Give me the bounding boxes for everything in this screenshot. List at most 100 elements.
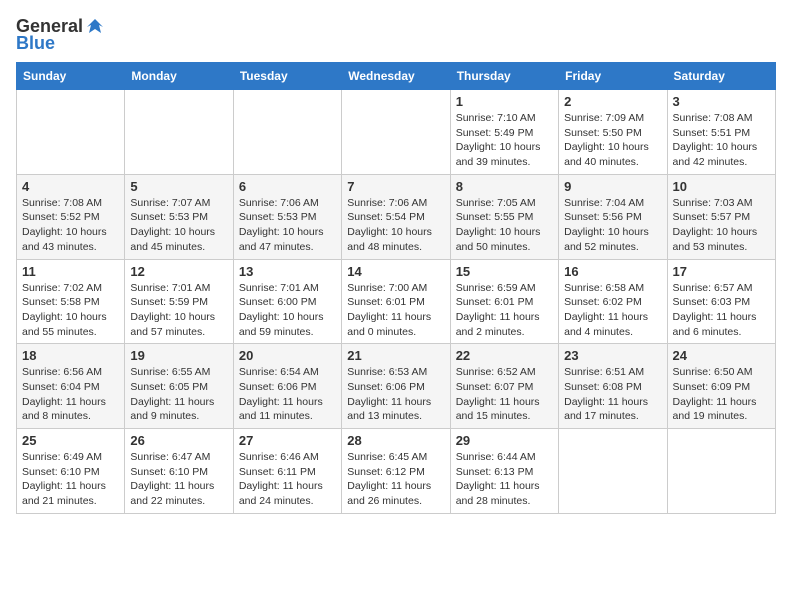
day-number: 11 <box>22 264 119 279</box>
header: General Blue <box>16 16 776 54</box>
day-number: 25 <box>22 433 119 448</box>
day-info: Sunrise: 6:45 AMSunset: 6:12 PMDaylight:… <box>347 450 444 509</box>
day-number: 27 <box>239 433 336 448</box>
calendar-cell: 20 Sunrise: 6:54 AMSunset: 6:06 PMDayligh… <box>233 344 341 429</box>
calendar-header-row: SundayMondayTuesdayWednesdayThursdayFrid… <box>17 63 776 90</box>
calendar-cell: 7 Sunrise: 7:06 AMSunset: 5:54 PMDaylight… <box>342 174 450 259</box>
calendar-cell: 15Sunrise: 6:59 AMSunset: 6:01 PMDayligh… <box>450 259 558 344</box>
calendar-cell: 27 Sunrise: 6:46 AMSunset: 6:11 PMDayligh… <box>233 429 341 514</box>
day-info: Sunrise: 7:06 AMSunset: 5:54 PMDaylight:… <box>347 196 444 255</box>
day-number: 9 <box>564 179 661 194</box>
day-info: Sunrise: 7:01 AMSunset: 6:00 PMDaylight:… <box>239 281 336 340</box>
calendar-cell <box>342 90 450 175</box>
calendar-cell: 13 Sunrise: 7:01 AMSunset: 6:00 PMDayligh… <box>233 259 341 344</box>
day-number: 16 <box>564 264 661 279</box>
calendar-table: SundayMondayTuesdayWednesdayThursdayFrid… <box>16 62 776 514</box>
calendar-cell: 19 Sunrise: 6:55 AMSunset: 6:05 PMDayligh… <box>125 344 233 429</box>
day-info: Sunrise: 6:56 AMSunset: 6:04 PMDaylight:… <box>22 365 119 424</box>
day-info: Sunrise: 6:51 AMSunset: 6:08 PMDaylight:… <box>564 365 661 424</box>
day-info: Sunrise: 7:07 AMSunset: 5:53 PMDaylight:… <box>130 196 227 255</box>
day-info: Sunrise: 6:47 AMSunset: 6:10 PMDaylight:… <box>130 450 227 509</box>
calendar-cell: 1 Sunrise: 7:10 AMSunset: 5:49 PMDaylight… <box>450 90 558 175</box>
calendar-cell: 6 Sunrise: 7:06 AMSunset: 5:53 PMDaylight… <box>233 174 341 259</box>
day-number: 14 <box>347 264 444 279</box>
day-info: Sunrise: 6:55 AMSunset: 6:05 PMDaylight:… <box>130 365 227 424</box>
day-info: Sunrise: 7:05 AMSunset: 5:55 PMDaylight:… <box>456 196 553 255</box>
header-wednesday: Wednesday <box>342 63 450 90</box>
day-info: Sunrise: 6:58 AMSunset: 6:02 PMDaylight:… <box>564 281 661 340</box>
day-info: Sunrise: 7:10 AMSunset: 5:49 PMDaylight:… <box>456 111 553 170</box>
day-number: 17 <box>673 264 770 279</box>
calendar-cell: 22 Sunrise: 6:52 AMSunset: 6:07 PMDayligh… <box>450 344 558 429</box>
header-sunday: Sunday <box>17 63 125 90</box>
day-info: Sunrise: 7:02 AMSunset: 5:58 PMDaylight:… <box>22 281 119 340</box>
calendar-cell: 3Sunrise: 7:08 AMSunset: 5:51 PMDaylight… <box>667 90 775 175</box>
day-number: 4 <box>22 179 119 194</box>
day-number: 21 <box>347 348 444 363</box>
calendar-week-row: 11 Sunrise: 7:02 AMSunset: 5:58 PMDayligh… <box>17 259 776 344</box>
calendar-cell: 2 Sunrise: 7:09 AMSunset: 5:50 PMDaylight… <box>559 90 667 175</box>
day-info: Sunrise: 7:09 AMSunset: 5:50 PMDaylight:… <box>564 111 661 170</box>
day-number: 19 <box>130 348 227 363</box>
day-info: Sunrise: 7:04 AMSunset: 5:56 PMDaylight:… <box>564 196 661 255</box>
calendar-week-row: 18 Sunrise: 6:56 AMSunset: 6:04 PMDayligh… <box>17 344 776 429</box>
calendar-cell: 18 Sunrise: 6:56 AMSunset: 6:04 PMDayligh… <box>17 344 125 429</box>
day-info: Sunrise: 7:08 AMSunset: 5:52 PMDaylight:… <box>22 196 119 255</box>
day-number: 26 <box>130 433 227 448</box>
calendar-cell <box>17 90 125 175</box>
calendar-week-row: 1 Sunrise: 7:10 AMSunset: 5:49 PMDaylight… <box>17 90 776 175</box>
calendar-cell: 8 Sunrise: 7:05 AMSunset: 5:55 PMDaylight… <box>450 174 558 259</box>
day-info: Sunrise: 7:06 AMSunset: 5:53 PMDaylight:… <box>239 196 336 255</box>
calendar-week-row: 25 Sunrise: 6:49 AMSunset: 6:10 PMDayligh… <box>17 429 776 514</box>
day-number: 1 <box>456 94 553 109</box>
calendar-cell: 29 Sunrise: 6:44 AMSunset: 6:13 PMDayligh… <box>450 429 558 514</box>
day-info: Sunrise: 6:59 AMSunset: 6:01 PMDaylight:… <box>456 281 553 340</box>
day-number: 22 <box>456 348 553 363</box>
calendar-cell: 28 Sunrise: 6:45 AMSunset: 6:12 PMDayligh… <box>342 429 450 514</box>
logo-bird-icon <box>85 17 105 37</box>
day-info: Sunrise: 6:49 AMSunset: 6:10 PMDaylight:… <box>22 450 119 509</box>
calendar-week-row: 4 Sunrise: 7:08 AMSunset: 5:52 PMDaylight… <box>17 174 776 259</box>
day-number: 6 <box>239 179 336 194</box>
day-number: 3 <box>673 94 770 109</box>
calendar-cell: 24 Sunrise: 6:50 AMSunset: 6:09 PMDayligh… <box>667 344 775 429</box>
day-number: 29 <box>456 433 553 448</box>
day-info: Sunrise: 6:57 AMSunset: 6:03 PMDaylight:… <box>673 281 770 340</box>
header-saturday: Saturday <box>667 63 775 90</box>
calendar-cell: 25 Sunrise: 6:49 AMSunset: 6:10 PMDayligh… <box>17 429 125 514</box>
day-number: 2 <box>564 94 661 109</box>
day-number: 28 <box>347 433 444 448</box>
header-monday: Monday <box>125 63 233 90</box>
day-number: 10 <box>673 179 770 194</box>
day-info: Sunrise: 6:46 AMSunset: 6:11 PMDaylight:… <box>239 450 336 509</box>
calendar-cell: 5Sunrise: 7:07 AMSunset: 5:53 PMDaylight… <box>125 174 233 259</box>
day-number: 13 <box>239 264 336 279</box>
day-info: Sunrise: 6:53 AMSunset: 6:06 PMDaylight:… <box>347 365 444 424</box>
calendar-cell <box>125 90 233 175</box>
day-number: 8 <box>456 179 553 194</box>
day-info: Sunrise: 6:50 AMSunset: 6:09 PMDaylight:… <box>673 365 770 424</box>
header-tuesday: Tuesday <box>233 63 341 90</box>
day-info: Sunrise: 6:54 AMSunset: 6:06 PMDaylight:… <box>239 365 336 424</box>
calendar-cell <box>667 429 775 514</box>
calendar-cell: 4 Sunrise: 7:08 AMSunset: 5:52 PMDaylight… <box>17 174 125 259</box>
day-info: Sunrise: 6:52 AMSunset: 6:07 PMDaylight:… <box>456 365 553 424</box>
calendar-cell: 21 Sunrise: 6:53 AMSunset: 6:06 PMDayligh… <box>342 344 450 429</box>
day-number: 24 <box>673 348 770 363</box>
calendar-cell: 16 Sunrise: 6:58 AMSunset: 6:02 PMDayligh… <box>559 259 667 344</box>
logo-blue-text: Blue <box>16 33 55 54</box>
day-info: Sunrise: 6:44 AMSunset: 6:13 PMDaylight:… <box>456 450 553 509</box>
calendar-cell: 11 Sunrise: 7:02 AMSunset: 5:58 PMDayligh… <box>17 259 125 344</box>
day-number: 20 <box>239 348 336 363</box>
day-info: Sunrise: 7:00 AMSunset: 6:01 PMDaylight:… <box>347 281 444 340</box>
day-info: Sunrise: 7:03 AMSunset: 5:57 PMDaylight:… <box>673 196 770 255</box>
day-number: 18 <box>22 348 119 363</box>
calendar-cell: 9 Sunrise: 7:04 AMSunset: 5:56 PMDaylight… <box>559 174 667 259</box>
calendar-cell: 12Sunrise: 7:01 AMSunset: 5:59 PMDayligh… <box>125 259 233 344</box>
calendar-cell <box>233 90 341 175</box>
day-info: Sunrise: 7:01 AMSunset: 5:59 PMDaylight:… <box>130 281 227 340</box>
calendar-cell: 17 Sunrise: 6:57 AMSunset: 6:03 PMDayligh… <box>667 259 775 344</box>
calendar-cell: 23Sunrise: 6:51 AMSunset: 6:08 PMDayligh… <box>559 344 667 429</box>
calendar-cell <box>559 429 667 514</box>
day-number: 7 <box>347 179 444 194</box>
